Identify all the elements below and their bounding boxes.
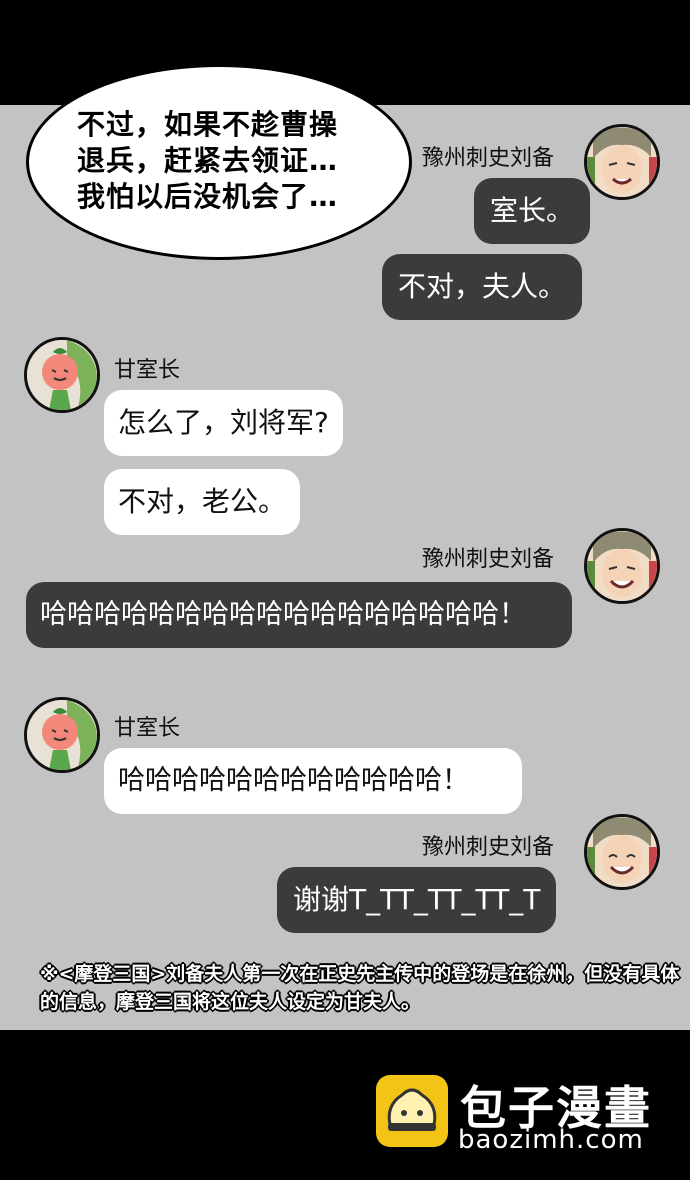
gan-radish-icon [27,340,97,410]
gan-avatar [24,697,100,773]
liu-bei-name: 豫州刺史刘备 [422,835,555,860]
liu-bei-name: 豫州刺史刘备 [422,547,555,572]
footnote: ※<摩登三国>刘备夫人第一次在正史先主传中的登场是在徐州，但没有具体的信息，摩登… [40,963,680,1013]
speech-bubble-text: 不过，如果不趁曹操 退兵，赶紧去领证… 我怕以后没机会了… [77,108,339,213]
message-bubble: 哈哈哈哈哈哈哈哈哈哈哈哈哈哈哈哈哈！ [26,582,572,648]
message-bubble: 哈哈哈哈哈哈哈哈哈哈哈哈！ [104,748,522,814]
message-bubble: 不对，老公。 [104,469,301,535]
bun-icon [387,1088,437,1131]
gan-name: 甘室长 [114,716,181,741]
bun-logo-icon [376,1075,448,1147]
liu-bei-face-icon [587,127,657,197]
gan-name: 甘室长 [114,358,181,383]
message-bubble: 怎么了，刘将军? [104,390,343,456]
watermark-url: baozimh.com [458,1125,644,1155]
message-bubble: 谢谢T_TT_TT_TT_T [277,867,557,933]
liu-bei-avatar [584,528,660,604]
liu-bei-avatar [584,814,660,890]
liu-bei-name: 豫州刺史刘备 [422,146,555,171]
message-bubble: 室长。 [474,178,591,244]
liu-bei-face-icon [587,531,657,601]
liu-bei-face-icon [587,817,657,887]
gan-radish-icon [27,700,97,770]
speech-bubble: 不过，如果不趁曹操 退兵，赶紧去领证… 我怕以后没机会了… [26,64,412,260]
gan-avatar [24,337,100,413]
liu-bei-avatar [584,124,660,200]
message-bubble: 不对，夫人。 [382,254,583,320]
